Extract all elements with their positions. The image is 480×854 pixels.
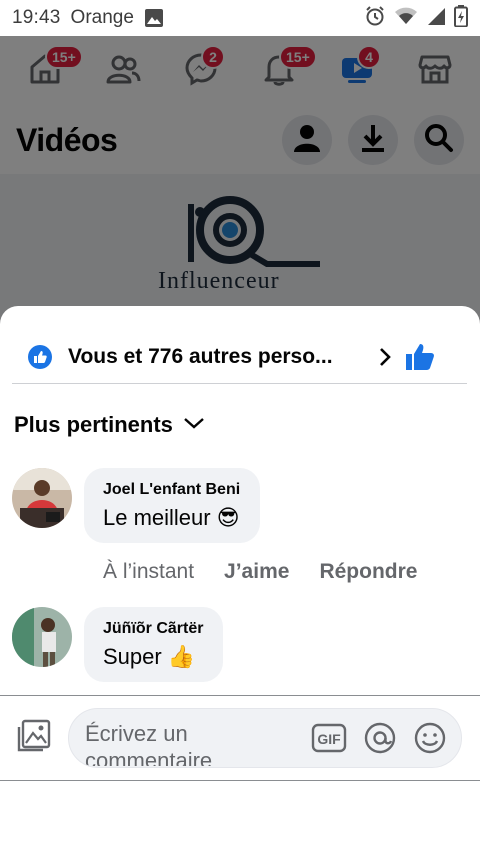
comments-sheet: Vous et 776 autres perso... Plus pertine… xyxy=(0,306,480,854)
comment-composer: Écrivez un commentaire GIF xyxy=(0,696,480,780)
comment-body: Super xyxy=(103,644,162,669)
gif-icon[interactable]: GIF xyxy=(311,721,347,760)
mention-icon[interactable] xyxy=(363,721,397,760)
comment-text: Super 👍 xyxy=(103,644,203,670)
comment-bubble[interactable]: Joel L'enfant Beni Le meilleur 😎 xyxy=(84,468,261,543)
gallery-notification-icon xyxy=(144,8,164,28)
chevron-down-icon xyxy=(183,416,205,435)
divider xyxy=(12,383,467,384)
comment-time: À l’instant xyxy=(103,560,195,583)
comment-input[interactable]: Écrivez un commentaire GIF xyxy=(68,708,462,768)
comment-text: Le meilleur 😎 xyxy=(103,505,240,531)
status-carrier: Orange xyxy=(70,7,134,28)
battery-icon xyxy=(454,4,468,32)
svg-text:GIF: GIF xyxy=(317,731,341,747)
avatar[interactable] xyxy=(12,468,72,528)
comment-author[interactable]: Jüñïõr Cãrtër xyxy=(103,620,203,638)
photo-attach-icon[interactable] xyxy=(16,719,52,758)
emoji-icon[interactable] xyxy=(413,721,447,760)
thumbs-up-emoji: 👍 xyxy=(167,644,196,669)
composer-divider xyxy=(0,780,480,781)
sort-label: Plus pertinents xyxy=(14,412,173,437)
like-button[interactable] xyxy=(404,342,436,372)
alarm-icon xyxy=(364,5,386,32)
like-reaction-icon xyxy=(28,345,52,369)
comment-reply-button[interactable]: Répondre xyxy=(319,560,417,584)
comment-placeholder: Écrivez un commentaire xyxy=(85,721,213,766)
wifi-icon xyxy=(394,6,418,31)
status-time: 19:43 xyxy=(12,7,61,28)
comment-item: Jüñïõr Cãrtër Super 👍 xyxy=(12,607,224,682)
sunglasses-emoji: 😎 xyxy=(216,505,240,530)
comment-actions: À l’instant J’aime Répondre xyxy=(103,560,447,584)
signal-icon xyxy=(426,6,446,31)
reactions-summary[interactable]: Vous et 776 autres perso... xyxy=(12,330,468,384)
comment-item: Joel L'enfant Beni Le meilleur 😎 xyxy=(12,468,261,543)
composer-tools: GIF xyxy=(311,721,447,760)
comment-bubble[interactable]: Jüñïõr Cãrtër Super 👍 xyxy=(84,607,224,682)
chevron-right-icon xyxy=(378,346,392,368)
comment-body: Le meilleur xyxy=(103,505,211,530)
comment-like-button[interactable]: J’aime xyxy=(224,560,289,584)
status-bar: 19:43 Orange xyxy=(0,0,480,36)
reactions-text: Vous et 776 autres perso... xyxy=(68,345,333,368)
avatar[interactable] xyxy=(12,607,72,667)
comment-sort-dropdown[interactable]: Plus pertinents xyxy=(14,412,205,438)
comment-author[interactable]: Joel L'enfant Beni xyxy=(103,481,240,499)
